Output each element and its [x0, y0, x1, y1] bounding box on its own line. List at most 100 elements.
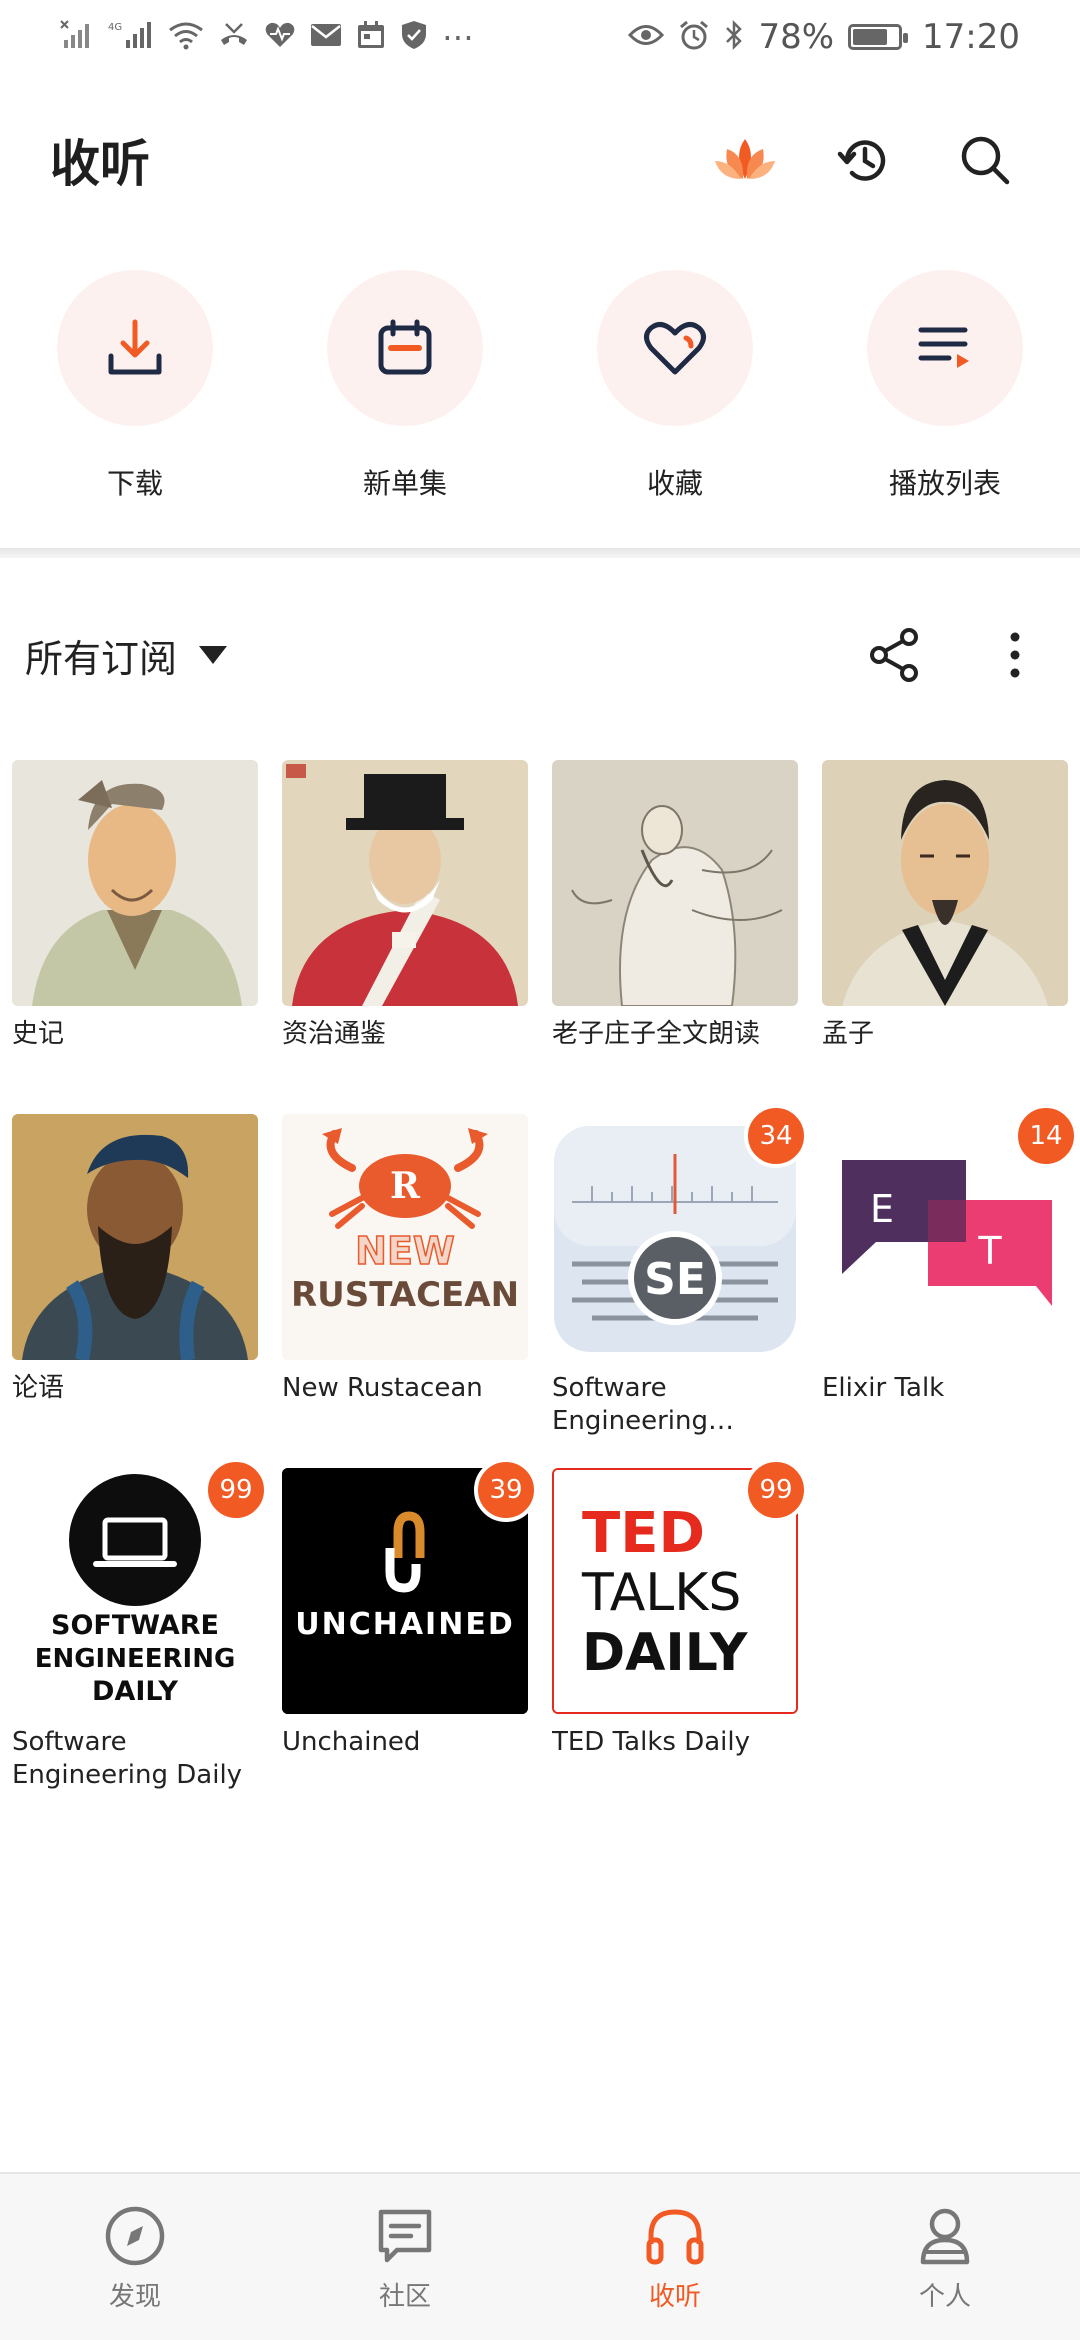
person-icon [920, 2208, 970, 2265]
quick-favorites[interactable]: 收藏 [540, 270, 810, 550]
headphones-icon [646, 2209, 704, 2265]
tab-label: 收听 [648, 2282, 701, 2312]
alarm-icon [678, 19, 710, 56]
podcast-title: 老子庄子全文朗读 [552, 1019, 761, 1049]
network-label: 4G [108, 22, 122, 33]
unplayed-count-badge: 34 [744, 1104, 808, 1168]
podcast-tile[interactable]: 论语 [12, 1114, 258, 1405]
podcast-title: 史记 [12, 1019, 65, 1049]
more-notifications-icon: ⋯ [442, 18, 474, 56]
tab-listen[interactable]: 收听 [540, 2174, 810, 2340]
podcast-tile[interactable]: R NEW RUSTACEAN New Rustacean [282, 1114, 528, 1405]
quick-playlist[interactable]: 播放列表 [810, 270, 1080, 550]
dropdown-caret-icon[interactable] [199, 646, 228, 664]
portrait-art-shiji [12, 760, 258, 1006]
quick-favorites-label: 收藏 [646, 467, 703, 500]
history-icon [837, 140, 886, 181]
tab-label: 社区 [378, 2282, 431, 2312]
podcast-tile[interactable]: 资治通鉴 [282, 760, 528, 1051]
podcast-tile[interactable]: 老子庄子全文朗读 [552, 760, 798, 1051]
search-button[interactable] [940, 115, 1030, 205]
svg-text:R: R [390, 1165, 421, 1207]
share-icon [870, 628, 918, 682]
missed-call-icon [218, 20, 250, 55]
quick-favorites-circle [597, 270, 753, 426]
podcast-tile[interactable]: UNCHAINED 39 Unchained [282, 1458, 538, 1759]
svg-text:NEW: NEW [355, 1229, 455, 1273]
podcast-title: Unchained [282, 1727, 421, 1757]
calendar-status-icon [356, 20, 386, 55]
status-left: 4G ⋯ [60, 18, 474, 56]
podcast-tile[interactable]: SE 34 Software Engineering Radi… [552, 1104, 808, 1438]
tab-label: 发现 [108, 2282, 161, 2312]
new-rustacean-art: R NEW RUSTACEAN [282, 1114, 528, 1360]
unplayed-count-badge: 39 [474, 1458, 538, 1522]
heart-icon [644, 321, 706, 375]
download-icon [108, 319, 162, 375]
subscriptions-filter[interactable]: 所有订阅 [25, 628, 177, 683]
podcast-title: 资治通鉴 [282, 1019, 387, 1049]
svg-text:SE: SE [644, 1254, 706, 1305]
calendar-icon [378, 319, 432, 375]
signal-off-icon [60, 19, 94, 55]
svg-text:TED: TED [582, 1501, 705, 1566]
eye-icon [628, 21, 665, 53]
tab-me[interactable]: 个人 [810, 2174, 1080, 2340]
podcast-cover: E T 14 [822, 1104, 1078, 1360]
podcast-title: New Rustacean [282, 1373, 483, 1403]
podcast-tile[interactable]: E T 14 Elixir Talk [822, 1104, 1078, 1405]
portrait-art-lunyu [12, 1114, 258, 1360]
quick-playlist-label: 播放列表 [888, 467, 1001, 500]
battery-percent: 78% [758, 17, 835, 57]
more-options-button[interactable] [975, 615, 1055, 695]
shield-icon [400, 20, 428, 55]
podcast-title: TED Talks Daily [552, 1727, 750, 1757]
svg-text:RUSTACEAN: RUSTACEAN [291, 1275, 519, 1315]
share-button[interactable] [855, 615, 935, 695]
quick-download-circle [57, 270, 213, 426]
search-icon [961, 136, 1010, 185]
clock: 17:20 [922, 17, 1020, 57]
svg-text:SOFTWARE: SOFTWARE [51, 1610, 219, 1641]
svg-text:T: T [977, 1229, 1002, 1273]
mail-icon [310, 21, 342, 53]
podcast-cover [12, 1114, 258, 1360]
podcast-cover: SOFTWARE ENGINEERING DAILY 99 [12, 1458, 268, 1714]
bluetooth-icon [724, 19, 744, 56]
podcast-cover [12, 760, 258, 1006]
svg-text:ENGINEERING: ENGINEERING [35, 1644, 236, 1674]
health-icon [264, 20, 296, 55]
svg-text:DAILY: DAILY [582, 1623, 749, 1683]
podcast-cover [552, 760, 798, 1006]
bottom-tab-bar: 发现 社区 收听 个人 [0, 2172, 1080, 2340]
podcast-tile[interactable]: 史记 [12, 760, 258, 1051]
compass-icon [105, 2206, 165, 2266]
page-title: 收听 [50, 135, 150, 193]
podcast-cover: UNCHAINED 39 [282, 1458, 538, 1714]
wifi-icon [168, 20, 204, 55]
podcast-cover [822, 760, 1068, 1006]
portrait-art-laozi [552, 760, 798, 1006]
svg-text:E: E [870, 1187, 894, 1231]
tab-discover[interactable]: 发现 [0, 2174, 270, 2340]
lotus-button[interactable] [700, 115, 790, 205]
history-button[interactable] [820, 115, 910, 205]
status-right: 78% 17:20 [628, 17, 1020, 57]
quick-download[interactable]: 下载 [0, 270, 270, 550]
svg-text:TALKS: TALKS [581, 1563, 741, 1623]
podcast-tile[interactable]: TED TALKS DAILY 99 TED Talks Daily [552, 1458, 808, 1759]
quick-new-episodes[interactable]: 新单集 [270, 270, 540, 550]
quick-download-label: 下载 [106, 467, 163, 500]
lotus-icon [715, 139, 775, 179]
battery-icon [848, 24, 909, 50]
podcast-title: Software Engineering Daily [12, 1727, 243, 1790]
podcast-tile[interactable]: 孟子 [822, 760, 1068, 1051]
tab-community[interactable]: 社区 [270, 2174, 540, 2340]
portrait-art-mengzi [822, 760, 1068, 1006]
app-header: 收听 [0, 100, 1080, 220]
podcast-cover: SE 34 [552, 1104, 808, 1360]
portrait-art-zizhi [282, 760, 528, 1006]
quick-new-episodes-label: 新单集 [362, 467, 447, 500]
more-vertical-icon [1010, 632, 1020, 678]
podcast-tile[interactable]: SOFTWARE ENGINEERING DAILY 99 Software E… [12, 1458, 268, 1792]
